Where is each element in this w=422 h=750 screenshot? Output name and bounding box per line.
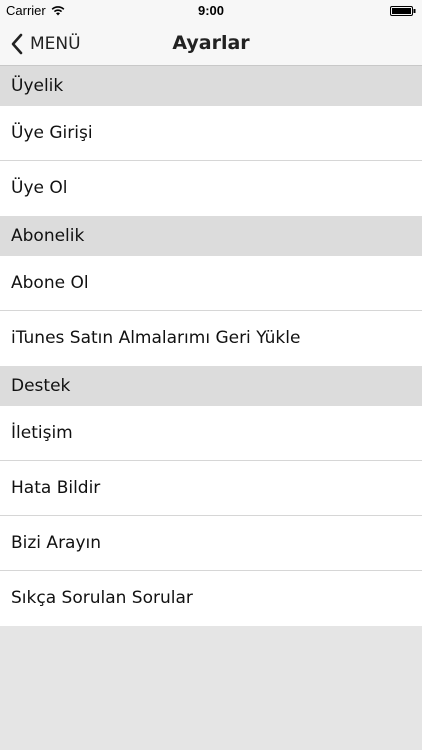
back-button-label: MENÜ bbox=[30, 34, 81, 54]
list-item-bizi-arayin[interactable]: Bizi Arayın bbox=[0, 516, 422, 571]
chevron-left-icon bbox=[11, 33, 23, 55]
list-item-uye-ol[interactable]: Üye Ol bbox=[0, 161, 422, 216]
status-bar: Carrier 9:00 bbox=[0, 0, 422, 22]
list-item-hata-bildir[interactable]: Hata Bildir bbox=[0, 461, 422, 516]
settings-list: Üyelik Üye Girişi Üye Ol Abonelik Abone … bbox=[0, 66, 422, 626]
section-header-destek: Destek bbox=[0, 366, 422, 406]
battery-icon bbox=[390, 6, 416, 16]
list-item-sss[interactable]: Sıkça Sorulan Sorular bbox=[0, 571, 422, 626]
list-item-uye-girisi[interactable]: Üye Girişi bbox=[0, 106, 422, 161]
list-item-restore-purchases[interactable]: iTunes Satın Almalarımı Geri Yükle bbox=[0, 311, 422, 366]
back-button[interactable]: MENÜ bbox=[10, 22, 81, 66]
navigation-bar: MENÜ Ayarlar bbox=[0, 22, 422, 66]
list-item-iletisim[interactable]: İletişim bbox=[0, 406, 422, 461]
status-time: 9:00 bbox=[197, 3, 225, 18]
list-item-abone-ol[interactable]: Abone Ol bbox=[0, 256, 422, 311]
section-header-uyelik: Üyelik bbox=[0, 66, 422, 106]
section-header-abonelik: Abonelik bbox=[0, 216, 422, 256]
